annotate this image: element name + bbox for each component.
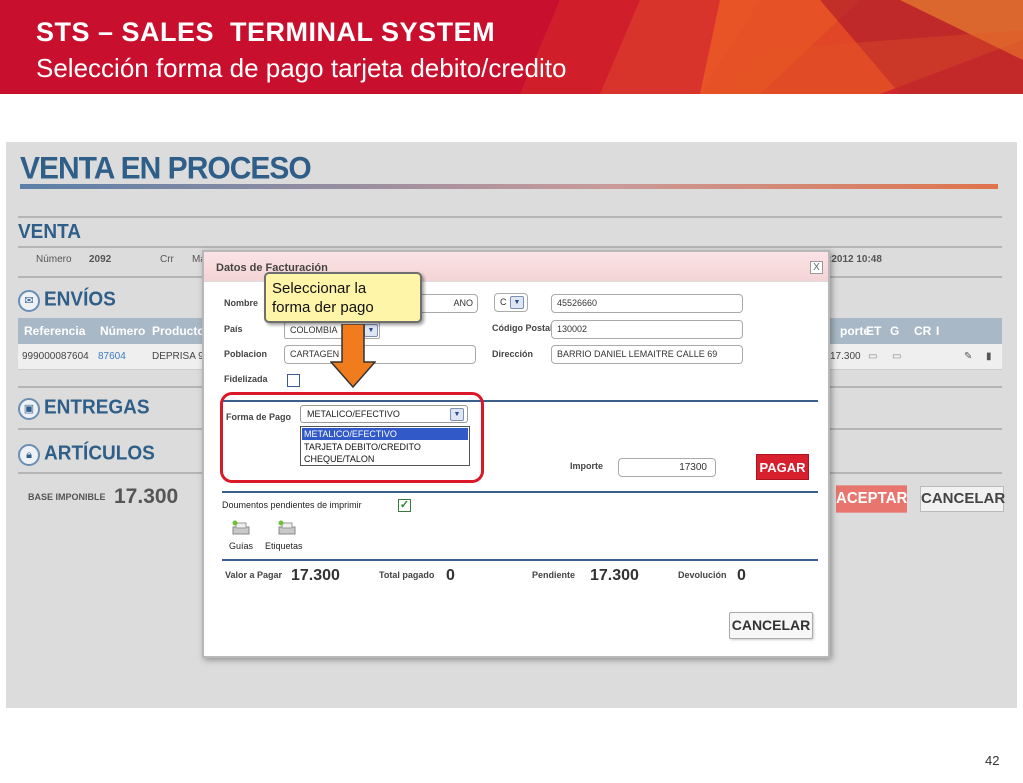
total-pagado-value: 0 (446, 567, 455, 584)
section-venta-title: VENTA (18, 221, 81, 244)
instruction-callout: Seleccionar la forma der pago (264, 272, 422, 323)
doc-number-field[interactable]: 45526660 (551, 294, 743, 313)
venta-date: :2012 10:48 (828, 254, 882, 265)
dialog-cancelar-button[interactable]: CANCELAR (729, 612, 813, 639)
fidelizada-label: Fidelizada (224, 374, 268, 384)
page-number: 42 (985, 753, 1000, 768)
cancelar-button[interactable]: CANCELAR (920, 486, 1005, 512)
base-imponible-value: 17.300 (114, 485, 179, 508)
col-producto: Producto (152, 324, 205, 338)
slide: STS – SALES TERMINAL SYSTEM Selección fo… (0, 0, 1023, 783)
codigo-postal-field[interactable]: 130002 (551, 320, 743, 339)
highlight-frame (220, 392, 484, 483)
total-pagado-label: Total pagado (379, 570, 435, 580)
aceptar-button[interactable]: ACEPTAR (836, 485, 907, 513)
arrow-down-icon (330, 324, 376, 388)
col-et: ET (866, 324, 882, 338)
slide-title: STS – SALES TERMINAL SYSTEM (36, 17, 496, 47)
print-icon[interactable]: ▭ (892, 351, 901, 362)
direccion-field[interactable]: BARRIO DANIEL LEMAITRE CALLE 69 (551, 345, 743, 364)
section-envios-title: ENVÍOS (44, 288, 116, 311)
chevron-down-icon[interactable]: ▼ (510, 296, 524, 309)
venta-numero-label: Número (36, 254, 72, 265)
col-g: G (890, 324, 900, 338)
venta-numero-value: 2092 (89, 254, 112, 265)
devolucion-value: 0 (737, 567, 746, 584)
title-underline (20, 184, 998, 189)
slide-subtitle: Selección forma de pago tarjeta debito/c… (36, 53, 567, 83)
edit-icon[interactable]: ✎ (964, 351, 972, 362)
poblacion-field[interactable]: CARTAGEN (284, 345, 476, 364)
direccion-label: Dirección (492, 349, 534, 359)
divider (222, 559, 818, 561)
col-numero: Número (100, 324, 146, 338)
row-referencia: 999000087604 (22, 351, 89, 362)
col-i: I (936, 324, 940, 338)
devolucion-label: Devolución (678, 570, 727, 580)
row-producto: DEPRISA 9 (152, 351, 204, 362)
valor-pagar-value: 17.300 (291, 567, 340, 584)
print-icon[interactable]: ▭ (868, 351, 877, 362)
documentos-checkbox[interactable]: ✓ (398, 499, 411, 512)
close-icon[interactable]: X (810, 261, 823, 274)
nombre-label: Nombre (224, 298, 259, 308)
valor-pagar-label: Valor a Pagar (225, 570, 283, 580)
app-title: VENTA EN PROCESO (20, 151, 312, 186)
lock-icon: 🔒︎ (18, 444, 40, 466)
section-entregas-title: ENTREGAS (44, 396, 150, 419)
slide-header: STS – SALES TERMINAL SYSTEM Selección fo… (0, 0, 1023, 94)
pendiente-label: Pendiente (532, 570, 576, 580)
importe-field[interactable]: 17300 (618, 458, 716, 477)
fidelizada-checkbox[interactable] (287, 374, 300, 387)
printer-icon[interactable] (230, 520, 252, 538)
etiquetas-label[interactable]: Etiquetas (265, 541, 303, 551)
documentos-label: Doumentos pendientes de imprimir (222, 500, 362, 510)
doc-type-value: C (500, 297, 507, 307)
printer-icon[interactable] (276, 520, 298, 538)
row-importe: 17.300 (830, 351, 861, 362)
section-articulos-title: ARTÍCULOS (44, 442, 155, 465)
pais-label: País (224, 324, 243, 334)
codigo-postal-label: Código Postal (492, 323, 553, 333)
callout-line-1: Seleccionar la (272, 280, 367, 297)
importe-label: Importe (570, 461, 604, 471)
base-imponible-label: BASE IMPONIBLE (28, 492, 106, 502)
venta-crr-label: Crr (160, 254, 174, 265)
envelope-icon: ✉ (18, 290, 40, 312)
col-referencia: Referencia (24, 324, 86, 338)
pagar-button[interactable]: PAGAR (756, 454, 809, 480)
poblacion-label: Poblacion (224, 349, 268, 359)
truck-icon: ▣ (18, 398, 40, 420)
row-numero-link[interactable]: 87604 (98, 351, 126, 362)
pendiente-value: 17.300 (590, 567, 639, 584)
divider (18, 246, 1002, 248)
callout-line-2: forma der pago (272, 299, 374, 316)
delete-icon[interactable]: ▮ (986, 351, 992, 362)
divider (18, 216, 1002, 218)
guias-label[interactable]: Guías (229, 541, 253, 551)
col-cr: CR (914, 324, 932, 338)
divider (222, 491, 818, 493)
